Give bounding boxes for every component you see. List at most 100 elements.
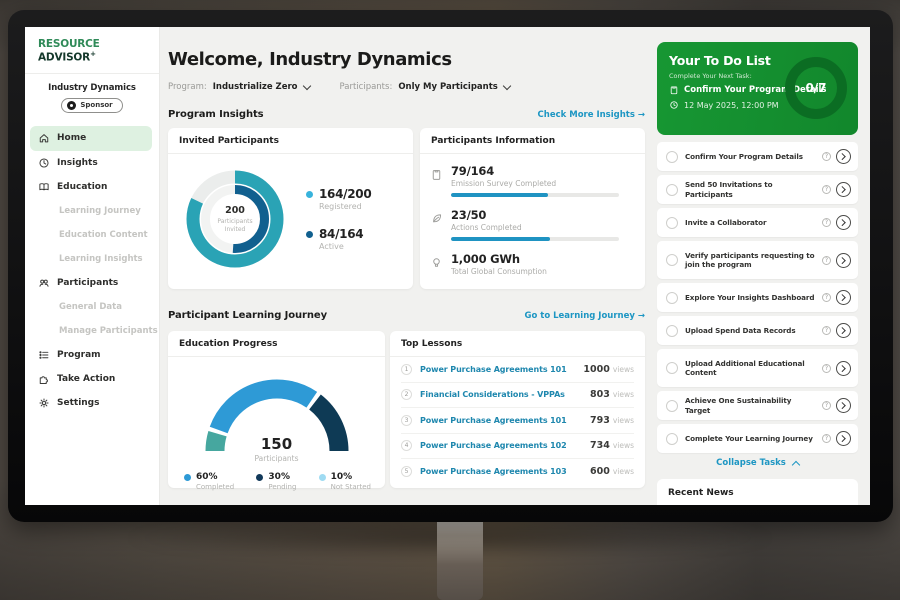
help-icon[interactable]: ? [822,326,831,335]
lesson-link[interactable]: Financial Considerations - VPPAs [420,390,590,399]
sponsor-icon [67,101,76,110]
chevron-right-button[interactable] [836,431,851,446]
app-logo: RESOURCE ADVISOR+ [25,27,159,74]
sidebar-item-label: Settings [57,398,99,408]
todo-progress-ring: 0/7 [785,57,847,119]
task-checkbox[interactable] [666,184,678,196]
task-row[interactable]: Invite a Collaborator ? [657,208,858,237]
education-progress-card: Education Progress 150 Participants [168,331,385,488]
task-row[interactable]: Verify participants requesting to join t… [657,241,858,279]
help-icon[interactable]: ? [822,293,831,302]
participants-dropdown[interactable]: Participants: Only My Participants [340,82,510,92]
arrow-right-icon: → [638,110,645,120]
chevron-right-button[interactable] [836,149,851,164]
help-icon[interactable]: ? [822,218,831,227]
help-icon[interactable]: ? [822,256,831,265]
take-action-icon [38,373,50,385]
lesson-link[interactable]: Power Purchase Agreements 103 [420,467,590,476]
stat-label: Emission Survey Completed [451,179,619,188]
chevron-right-button[interactable] [836,215,851,230]
chevron-right-button[interactable] [836,323,851,338]
task-row[interactable]: Achieve One Sustainability Target ? [657,391,858,420]
help-icon[interactable]: ? [822,401,831,410]
participants-icon [38,277,50,289]
insights-icon [38,157,50,169]
check-more-insights-link[interactable]: Check More Insights → [538,110,645,120]
lesson-views: 600 [590,466,610,477]
task-checkbox[interactable] [666,433,678,445]
task-checkbox[interactable] [666,151,678,163]
survey-icon [430,168,443,181]
program-dropdown-value: Industrialize Zero [213,82,298,92]
account-name: Industry Dynamics [31,83,153,93]
sidebar-item-education[interactable]: Education [25,175,159,199]
chevron-right-button[interactable] [836,182,851,197]
registered-label: Registered [319,202,371,211]
program-dropdown[interactable]: Program: Industrialize Zero [168,82,310,92]
task-label: Verify participants requesting to join t… [678,251,822,270]
stat-value: 79/164 [451,164,619,178]
legend-item-completed: 60% Completed [184,472,234,491]
invited-donut-chart: 200 Participants Invited [176,160,294,278]
sidebar-item-settings[interactable]: Settings [25,391,159,415]
program-insights-header: Program Insights Check More Insights → [168,109,645,120]
lesson-row[interactable]: 3 Power Purchase Agreements 101 793 view… [401,408,634,434]
chevron-up-icon [792,461,800,469]
chevron-right-button[interactable] [836,290,851,305]
sidebar-item-take-action[interactable]: Take Action [25,367,159,391]
invited-count-label: Participants Invited [209,218,261,233]
sidebar-item-program[interactable]: Program [25,343,159,367]
help-icon[interactable]: ? [822,434,831,443]
legend-value: 60% [196,472,234,482]
lesson-link[interactable]: Power Purchase Agreements 101 [420,365,583,374]
legend-label: Not Started [331,483,371,491]
task-checkbox[interactable] [666,362,678,374]
task-label: Upload Spend Data Records [678,326,822,335]
sidebar-item-label: Take Action [57,374,115,384]
sidebar-item-learning-journey[interactable]: Learning Journey [25,199,159,223]
task-checkbox[interactable] [666,254,678,266]
sidebar-item-home[interactable]: Home [30,126,152,151]
clipboard-icon [669,85,679,95]
sidebar-item-learning-insights[interactable]: Learning Insights [25,247,159,271]
lesson-row[interactable]: 4 Power Purchase Agreements 102 734 view… [401,434,634,460]
sidebar-item-insights[interactable]: Insights [25,151,159,175]
sidebar-item-label: Insights [57,158,98,168]
sidebar-item-general-data[interactable]: General Data [25,295,159,319]
sidebar-item-label: Learning Insights [59,254,143,264]
todo-column: Your To Do List Complete Your Next Task:… [657,27,858,505]
sidebar-item-participants[interactable]: Participants [25,271,159,295]
help-icon[interactable]: ? [822,185,831,194]
legend-value: 30% [268,472,296,482]
task-row[interactable]: Explore Your Insights Dashboard ? [657,283,858,312]
task-row[interactable]: Upload Additional Educational Content ? [657,349,858,387]
link-label: Check More Insights [538,110,635,120]
help-icon[interactable]: ? [822,152,831,161]
task-checkbox[interactable] [666,217,678,229]
task-checkbox[interactable] [666,400,678,412]
lesson-row[interactable]: 1 Power Purchase Agreements 101 1000 vie… [401,357,634,383]
sidebar-item-education-content[interactable]: Education Content [25,223,159,247]
task-row[interactable]: Send 50 Invitations to Participants ? [657,175,858,204]
todo-progress-value: 0/7 [805,81,826,95]
lesson-link[interactable]: Power Purchase Agreements 101 [420,416,590,425]
chevron-right-button[interactable] [836,253,851,268]
task-row[interactable]: Upload Spend Data Records ? [657,316,858,345]
go-to-learning-journey-link[interactable]: Go to Learning Journey → [524,311,645,321]
collapse-tasks-link[interactable]: Collapse Tasks [657,458,858,468]
collapse-tasks-label: Collapse Tasks [716,458,786,468]
task-row[interactable]: Confirm Your Program Details ? [657,142,858,171]
lesson-rank: 3 [401,415,412,426]
help-icon[interactable]: ? [822,364,831,373]
participants-dropdown-label: Participants: [340,82,393,92]
lesson-row[interactable]: 5 Power Purchase Agreements 103 600 view… [401,459,634,485]
task-row[interactable]: Complete Your Learning Journey ? [657,424,858,453]
task-label: Achieve One Sustainability Target [678,396,822,415]
task-checkbox[interactable] [666,325,678,337]
sidebar-item-manage-participants[interactable]: Manage Participants [25,319,159,343]
task-checkbox[interactable] [666,292,678,304]
chevron-right-button[interactable] [836,398,851,413]
lesson-row[interactable]: 2 Financial Considerations - VPPAs 803 v… [401,383,634,409]
lesson-link[interactable]: Power Purchase Agreements 102 [420,441,590,450]
chevron-right-button[interactable] [836,361,851,376]
